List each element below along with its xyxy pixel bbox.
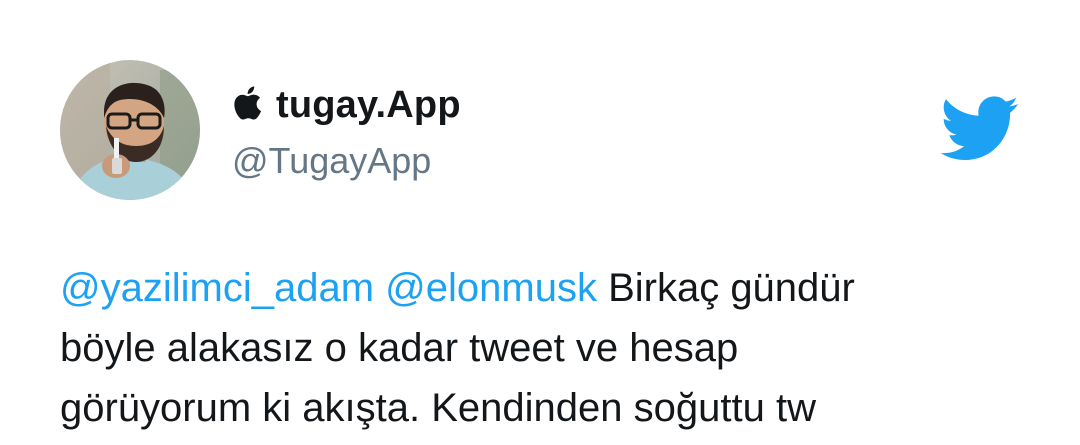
user-handle[interactable]: @TugayApp: [232, 140, 431, 182]
avatar-photo: [60, 60, 200, 200]
mention-link[interactable]: @elonmusk: [385, 266, 597, 310]
twitter-bird-icon[interactable]: [940, 96, 1020, 162]
mention-link[interactable]: @yazilimci_adam: [60, 266, 374, 310]
tweet-body: @yazilimci_adam @elonmusk Birkaç gündür …: [60, 258, 1020, 438]
tweet-card: tugay.App @TugayApp @yazilimci_adam @elo…: [0, 0, 1080, 445]
avatar[interactable]: [60, 60, 200, 200]
tweet-text-line3: görüyorum ki akışta. Kendinden soğuttu t…: [60, 386, 816, 430]
apple-logo-icon: [234, 86, 262, 120]
display-name: tugay.App: [276, 83, 461, 126]
tweet-text-line1: Birkaç gündür: [596, 266, 855, 310]
author-name-row[interactable]: tugay.App: [232, 82, 461, 128]
tweet-text-line2: böyle alakasız o kadar tweet ve hesap: [60, 326, 739, 370]
